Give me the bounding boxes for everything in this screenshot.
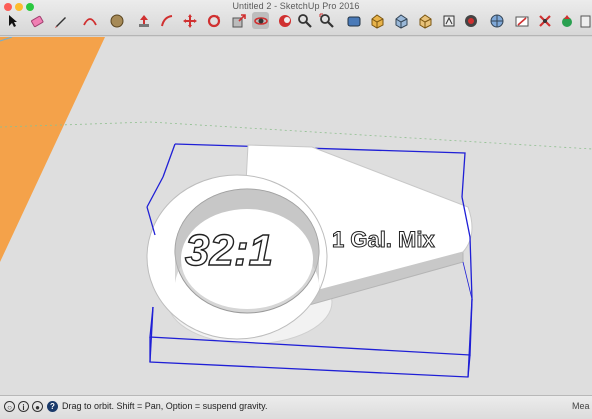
model-viewport[interactable]: 32:1 1 Gal. Mix xyxy=(0,37,592,395)
arc-tool-button[interactable] xyxy=(81,12,98,29)
component-tool-button[interactable] xyxy=(392,12,409,29)
styles-icon xyxy=(464,14,477,27)
rotate-icon xyxy=(207,14,220,27)
move-icon xyxy=(182,13,197,28)
warehouse-tool-button[interactable] xyxy=(416,12,433,29)
pencil-tool-button[interactable] xyxy=(52,12,69,29)
arc-icon xyxy=(82,17,97,25)
title-bar: Untitled 2 - SketchUp Pro 2016 xyxy=(0,0,592,36)
orbit-icon xyxy=(253,16,268,25)
zoom-tool-button[interactable] xyxy=(296,12,313,29)
status-bar: ○ i ● ? Drag to orbit. Shift = Pan, Opti… xyxy=(0,395,592,419)
rotate-tool-button[interactable] xyxy=(205,12,222,29)
credits-info-icon[interactable]: i xyxy=(18,401,29,412)
styles-tool-button[interactable] xyxy=(462,12,479,29)
zoom-icon xyxy=(297,13,312,28)
tape-measure-icon xyxy=(347,16,360,26)
extension-warehouse-icon xyxy=(561,14,572,27)
status-hint: Drag to orbit. Shift = Pan, Option = sus… xyxy=(62,401,268,411)
pan-icon xyxy=(278,14,291,27)
geo-location-tool-button[interactable] xyxy=(488,12,505,29)
iso-view-tool-button[interactable] xyxy=(440,12,457,29)
geo-status-icon[interactable]: ○ xyxy=(4,401,15,412)
warehouse-icon xyxy=(419,13,431,29)
push-pull-tool-button[interactable] xyxy=(135,12,152,29)
zoom-extents-icon xyxy=(319,13,334,28)
eraser-tool-button[interactable] xyxy=(28,12,45,29)
tape-measure-tool-button[interactable] xyxy=(345,12,362,29)
user-account-icon[interactable]: ● xyxy=(32,401,43,412)
zoom-extents-tool-button[interactable] xyxy=(318,12,335,29)
paint-bucket-tool-button[interactable] xyxy=(368,12,385,29)
iso-view-icon xyxy=(443,15,454,26)
measurements-label: Mea xyxy=(572,401,590,411)
scale-icon xyxy=(232,13,246,27)
sandbox-tool-button[interactable] xyxy=(558,12,575,29)
window-title: Untitled 2 - SketchUp Pro 2016 xyxy=(232,1,360,11)
select-tool-button[interactable] xyxy=(3,12,20,29)
geo-location-icon xyxy=(490,14,503,27)
eraser-icon xyxy=(30,15,43,27)
select-icon xyxy=(8,14,17,27)
x-ray-icon xyxy=(538,14,551,27)
section-plane-tool-button[interactable] xyxy=(513,12,530,29)
orange-plane xyxy=(0,37,105,262)
model-canvas: 32:1 1 Gal. Mix xyxy=(0,37,592,378)
follow-me-tool-button[interactable] xyxy=(158,12,175,29)
pencil-icon xyxy=(54,16,66,28)
shapes-icon xyxy=(110,14,123,27)
text-ratio: 32:1 xyxy=(185,226,273,275)
push-pull-icon xyxy=(138,14,149,27)
shapes-tool-button[interactable] xyxy=(108,12,125,29)
pan-tool-button[interactable] xyxy=(276,12,293,29)
intersect-tool-button[interactable] xyxy=(536,12,553,29)
scale-tool-button[interactable] xyxy=(230,12,247,29)
orbit-tool-button[interactable] xyxy=(252,12,269,29)
sandbox-icon xyxy=(580,15,590,27)
section-plane-icon xyxy=(515,16,528,26)
more-tools-button[interactable] xyxy=(578,12,592,29)
help-icon[interactable]: ? xyxy=(47,401,58,412)
paint-bucket-icon xyxy=(371,13,383,29)
move-tool-button[interactable] xyxy=(181,12,198,29)
text-gallon: 1 Gal. Mix xyxy=(332,227,435,252)
follow-me-icon xyxy=(160,14,172,26)
component-icon xyxy=(395,13,407,29)
